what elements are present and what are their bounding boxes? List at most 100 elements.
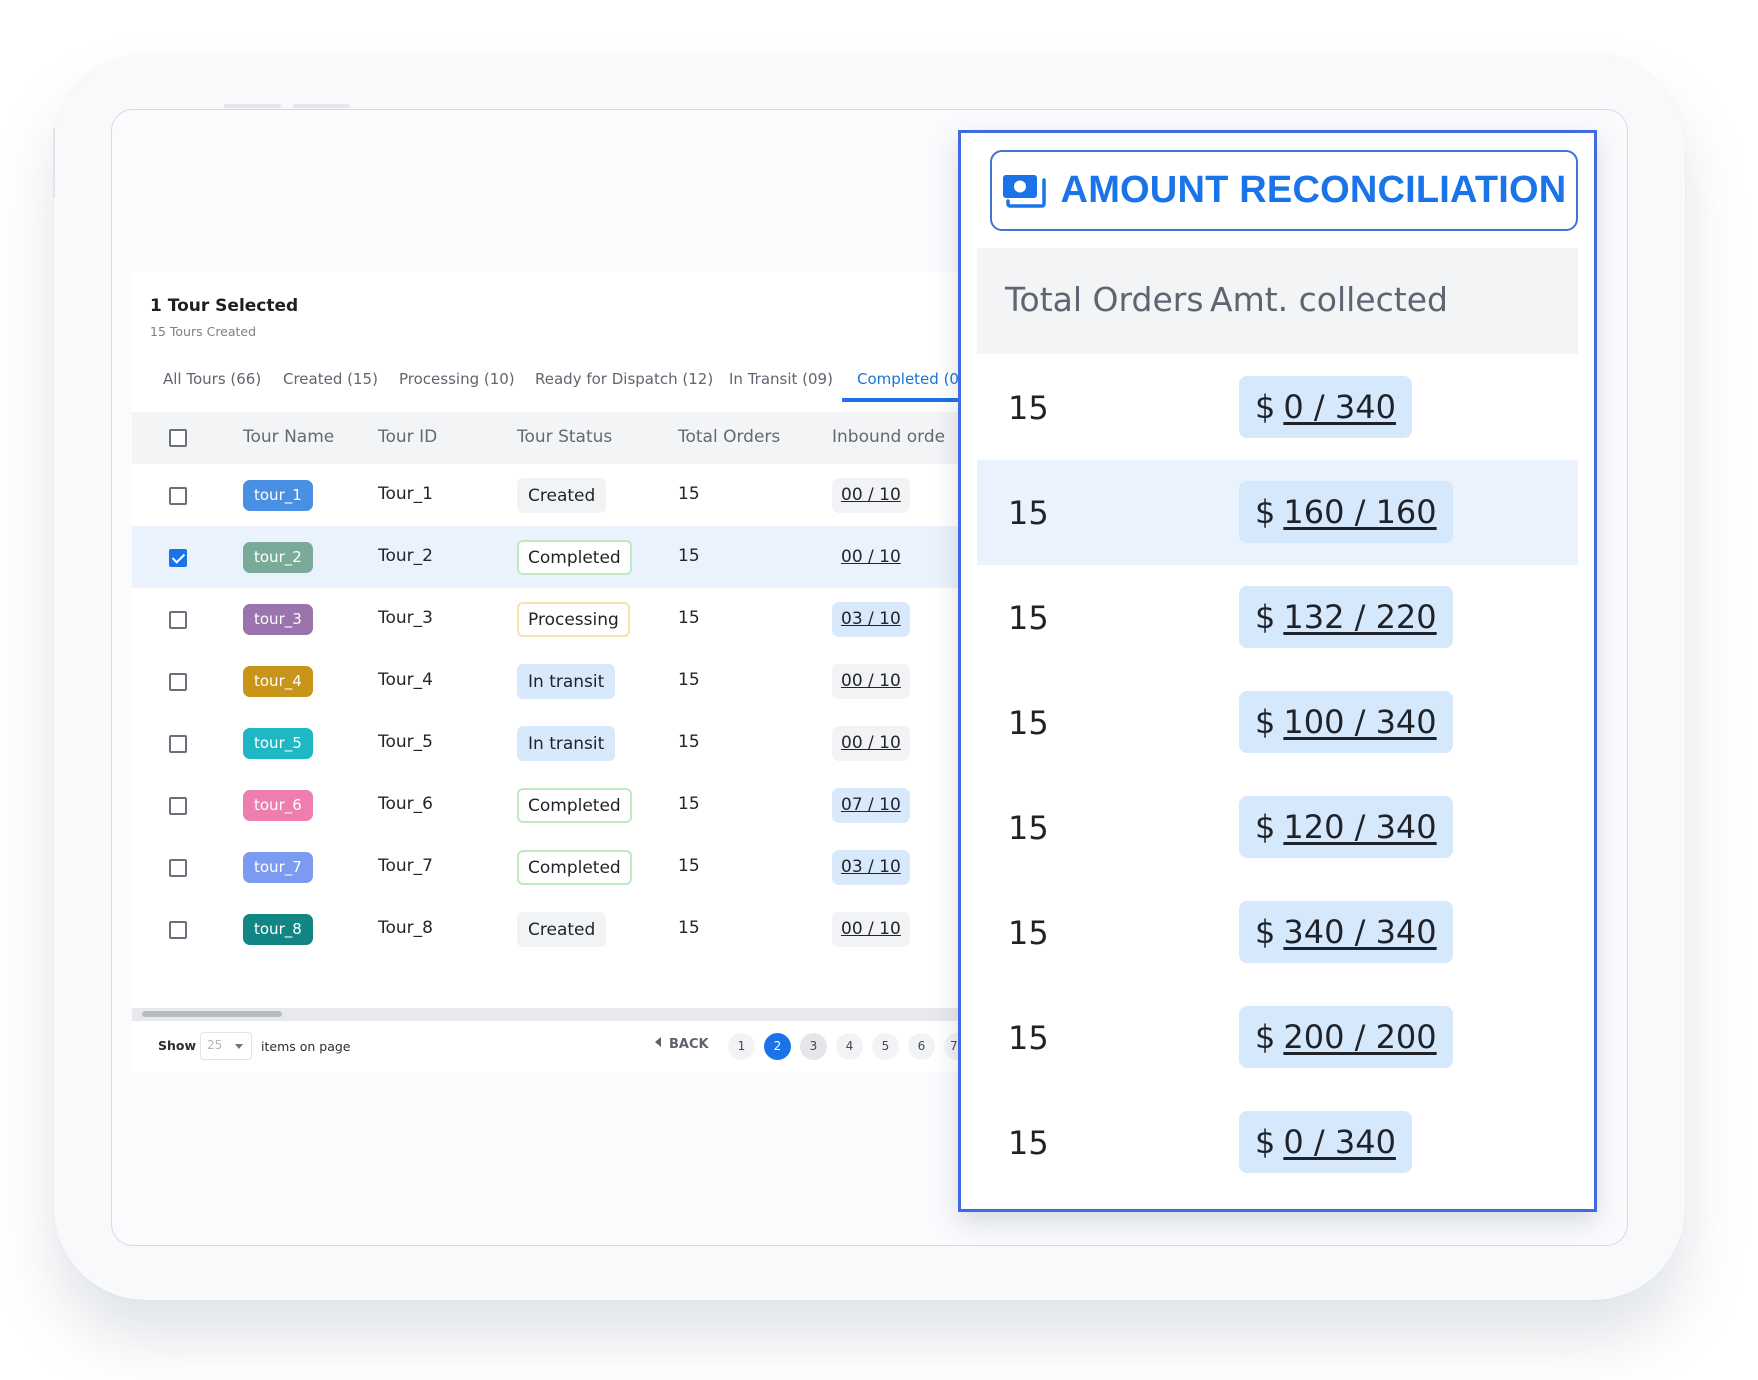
inbound-orders-link[interactable]: 00 / 10	[832, 912, 910, 947]
amount-collected-link[interactable]: $0 / 340	[1239, 1111, 1412, 1173]
chevron-left-icon	[655, 1037, 661, 1047]
row-checkbox[interactable]	[169, 735, 187, 753]
column-header-tour-status[interactable]: Tour Status	[517, 427, 612, 447]
currency-symbol: $	[1255, 808, 1276, 846]
row-checkbox[interactable]	[169, 797, 187, 815]
amount-reconciliation-header: AMOUNT RECONCILIATION	[990, 150, 1578, 231]
page-button-1[interactable]: 1	[728, 1033, 755, 1060]
tab-processing[interactable]: Processing (10)	[399, 370, 515, 388]
inbound-orders-link[interactable]: 03 / 10	[832, 602, 910, 637]
tab-ready-for-dispatch[interactable]: Ready for Dispatch (12)	[535, 370, 713, 388]
row-checkbox[interactable]	[169, 487, 187, 505]
amount-value[interactable]: 120 / 340	[1283, 808, 1436, 846]
tab-all-tours[interactable]: All Tours (66)	[163, 370, 261, 388]
amount-collected-link[interactable]: $132 / 220	[1239, 586, 1453, 648]
inbound-orders-link[interactable]: 00 / 10	[832, 478, 910, 513]
tour-id: Tour_5	[378, 732, 433, 752]
tour-name-chip[interactable]: tour_6	[243, 790, 313, 821]
table-row[interactable]: tour_4 Tour_4 In transit 15 00 / 10	[132, 650, 958, 712]
tour-name-chip[interactable]: tour_5	[243, 728, 313, 759]
reconciliation-total-orders: 15	[1008, 1019, 1049, 1057]
table-row[interactable]: tour_8 Tour_8 Created 15 00 / 10	[132, 898, 958, 960]
row-checkbox[interactable]	[169, 921, 187, 939]
amount-collected-link[interactable]: $120 / 340	[1239, 796, 1453, 858]
panel-title: AMOUNT RECONCILIATION	[1060, 169, 1567, 211]
amount-collected-link[interactable]: $160 / 160	[1239, 481, 1453, 543]
reconciliation-total-orders: 15	[1008, 389, 1049, 427]
tour-name-chip[interactable]: tour_8	[243, 914, 313, 945]
amount-value[interactable]: 160 / 160	[1283, 493, 1436, 531]
tour-id: Tour_6	[378, 794, 433, 814]
tour-id: Tour_1	[378, 484, 433, 504]
amount-collected-link[interactable]: $200 / 200	[1239, 1006, 1453, 1068]
tour-id: Tour_2	[378, 546, 433, 566]
amount-value[interactable]: 200 / 200	[1283, 1018, 1436, 1056]
column-header-tour-name[interactable]: Tour Name	[243, 427, 334, 447]
page-button-6[interactable]: 6	[908, 1033, 935, 1060]
table-row[interactable]: tour_3 Tour_3 Processing 15 03 / 10	[132, 588, 958, 650]
tour-id: Tour_7	[378, 856, 433, 876]
reconciliation-total-orders: 15	[1008, 914, 1049, 952]
table-row[interactable]: tour_2 Tour_2 Completed 15 00 / 10	[132, 526, 958, 588]
back-label: BACK	[669, 1037, 709, 1052]
amount-value[interactable]: 0 / 340	[1283, 388, 1396, 426]
tour-name-chip[interactable]: tour_3	[243, 604, 313, 635]
amount-value[interactable]: 0 / 340	[1283, 1123, 1396, 1161]
table-row[interactable]: tour_5 Tour_5 In transit 15 00 / 10	[132, 712, 958, 774]
column-header-total-orders[interactable]: Total Orders	[678, 427, 780, 447]
amount-value[interactable]: 132 / 220	[1283, 598, 1436, 636]
row-checkbox[interactable]	[169, 673, 187, 691]
amount-collected-link[interactable]: $100 / 340	[1239, 691, 1453, 753]
page-size-select[interactable]: 25	[200, 1032, 252, 1060]
items-on-page-label: items on page	[261, 1039, 351, 1054]
currency-symbol: $	[1255, 913, 1276, 951]
inbound-orders-link[interactable]: 07 / 10	[832, 788, 910, 823]
tour-name-chip[interactable]: tour_1	[243, 480, 313, 511]
panel-column-total-orders: Total Orders	[1005, 280, 1204, 319]
tour-name-chip[interactable]: tour_4	[243, 666, 313, 697]
table-row[interactable]: tour_7 Tour_7 Completed 15 03 / 10	[132, 836, 958, 898]
page-size-value: 25	[207, 1038, 223, 1052]
row-checkbox[interactable]	[169, 549, 187, 567]
total-orders: 15	[678, 546, 700, 566]
inbound-orders-link[interactable]: 00 / 10	[832, 540, 910, 575]
scrollbar-thumb[interactable]	[142, 1011, 282, 1017]
inbound-orders-link[interactable]: 03 / 10	[832, 850, 910, 885]
inbound-orders-link[interactable]: 00 / 10	[832, 664, 910, 699]
page-button-2[interactable]: 2	[764, 1033, 791, 1060]
amount-value[interactable]: 340 / 340	[1283, 913, 1436, 951]
reconciliation-total-orders: 15	[1008, 599, 1049, 637]
reconciliation-row: 15 $200 / 200	[977, 985, 1578, 1090]
inbound-orders-link[interactable]: 00 / 10	[832, 726, 910, 761]
reconciliation-row: 15 $120 / 340	[977, 775, 1578, 880]
back-button[interactable]: BACK	[655, 1037, 709, 1052]
tour-name-chip[interactable]: tour_2	[243, 542, 313, 573]
row-checkbox[interactable]	[169, 859, 187, 877]
reconciliation-row: 15 $340 / 340	[977, 880, 1578, 985]
amount-value[interactable]: 100 / 340	[1283, 703, 1436, 741]
column-header-inbound-orders[interactable]: Inbound orde	[832, 427, 945, 447]
amount-collected-link[interactable]: $340 / 340	[1239, 901, 1453, 963]
total-orders: 15	[678, 608, 700, 628]
chevron-down-icon	[235, 1044, 243, 1049]
column-header-tour-id[interactable]: Tour ID	[378, 427, 437, 447]
currency-symbol: $	[1255, 703, 1276, 741]
amount-collected-link[interactable]: $0 / 340	[1239, 376, 1412, 438]
reconciliation-row: 15 $132 / 220	[977, 565, 1578, 670]
page-button-4[interactable]: 4	[836, 1033, 863, 1060]
row-checkbox[interactable]	[169, 611, 187, 629]
horizontal-scrollbar[interactable]	[132, 1008, 958, 1021]
panel-column-header: Total Orders Amt. collected	[977, 248, 1578, 354]
tab-created[interactable]: Created (15)	[283, 370, 378, 388]
status-badge: In transit	[517, 664, 616, 699]
tab-in-transit[interactable]: In Transit (09)	[729, 370, 833, 388]
page-button-3[interactable]: 3	[800, 1033, 827, 1060]
page-button-5[interactable]: 5	[872, 1033, 899, 1060]
select-all-checkbox[interactable]	[169, 429, 187, 447]
tour-name-chip[interactable]: tour_7	[243, 852, 313, 883]
table-row[interactable]: tour_1 Tour_1 Created 15 00 / 10	[132, 464, 958, 526]
tab-completed[interactable]: Completed (05	[857, 370, 969, 388]
reconciliation-row: 15 $100 / 340	[977, 670, 1578, 775]
table-row[interactable]: tour_6 Tour_6 Completed 15 07 / 10	[132, 774, 958, 836]
reconciliation-total-orders: 15	[1008, 704, 1049, 742]
